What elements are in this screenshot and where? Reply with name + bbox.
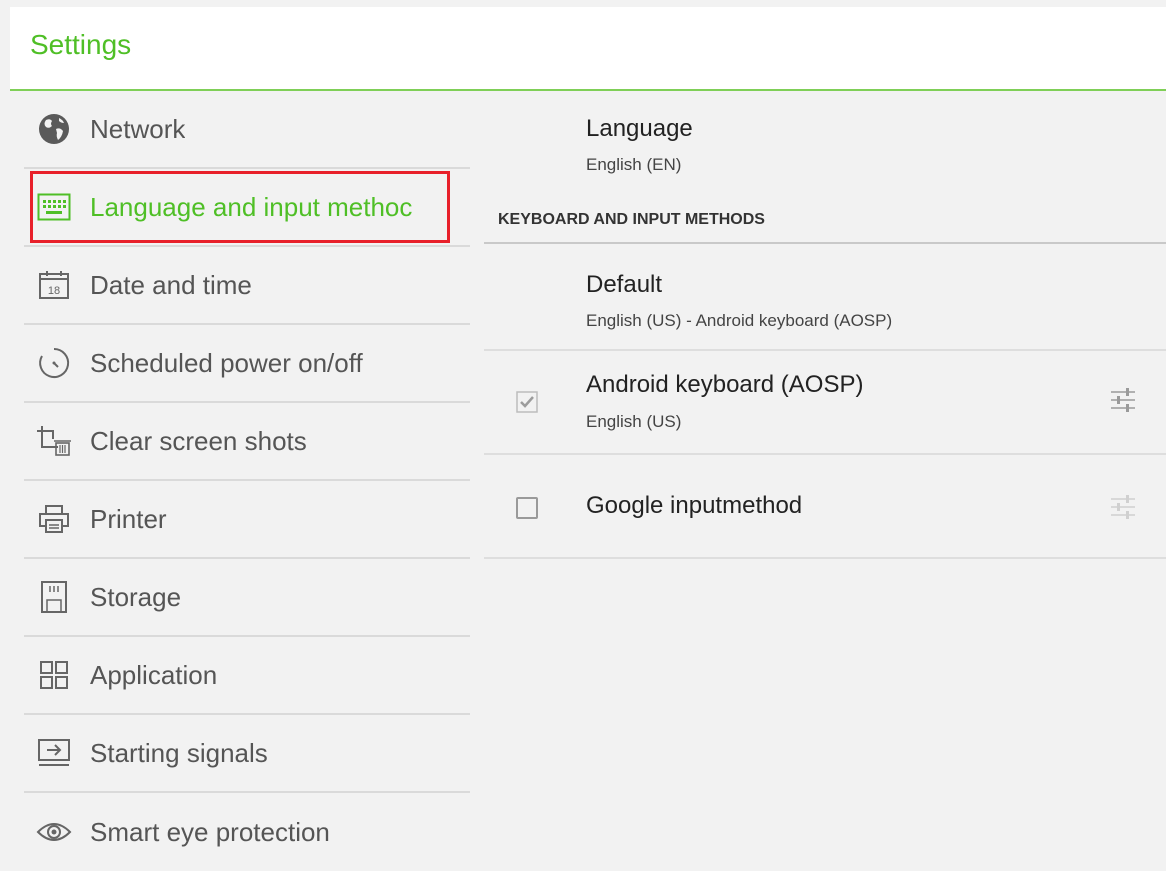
- language-value: English (EN): [586, 155, 682, 174]
- sidebar-item-label: Smart eye protection: [90, 816, 330, 847]
- section-header-keyboard: KEYBOARD AND INPUT METHODS: [498, 211, 765, 228]
- sidebar-item-label: Storage: [90, 581, 182, 612]
- default-title: Default: [586, 271, 663, 298]
- grid-icon: [32, 653, 76, 697]
- google-inputmethod-checkbox[interactable]: [516, 497, 538, 519]
- default-keyboard-row[interactable]: Default English (US) - Android keyboard …: [484, 244, 1166, 349]
- language-title: Language: [586, 115, 693, 142]
- input-signal-icon: [32, 731, 76, 775]
- eye-icon: [32, 810, 76, 854]
- input-method-row-google[interactable]: Google inputmethod: [484, 455, 1166, 557]
- android-keyboard-subtitle: English (US): [586, 412, 682, 431]
- timer-icon: [32, 341, 76, 385]
- sidebar-item-label: Starting signals: [90, 737, 268, 768]
- default-value: English (US) - Android keyboard (AOSP): [586, 311, 893, 330]
- sidebar-item-clear-screenshots[interactable]: Clear screen shots: [24, 403, 470, 481]
- row-divider: [484, 557, 1166, 559]
- svg-text:18: 18: [48, 285, 60, 297]
- sidebar-item-label: Date and time: [90, 269, 252, 300]
- android-keyboard-title: Android keyboard (AOSP): [586, 371, 864, 398]
- sidebar-item-date-time[interactable]: 18 Date and time: [24, 247, 470, 325]
- sidebar-item-smart-eye-protection[interactable]: Smart eye protection: [24, 793, 470, 871]
- sd-card-icon: [32, 575, 76, 619]
- settings-sidebar: Network Language and input methoc 18 Dat…: [24, 91, 470, 850]
- sliders-icon[interactable]: [1109, 386, 1137, 419]
- sidebar-item-language-input[interactable]: Language and input methoc: [24, 169, 470, 247]
- sidebar-item-label: Clear screen shots: [90, 425, 307, 456]
- crop-trash-icon: [32, 419, 76, 463]
- sidebar-item-label: Network: [90, 113, 186, 144]
- google-inputmethod-title: Google inputmethod: [586, 492, 803, 519]
- printer-icon: [32, 497, 76, 541]
- sidebar-item-starting-signals[interactable]: Starting signals: [24, 715, 470, 793]
- sidebar-item-storage[interactable]: Storage: [24, 559, 470, 637]
- sidebar-item-printer[interactable]: Printer: [24, 481, 470, 559]
- sliders-icon[interactable]: [1109, 493, 1137, 526]
- sidebar-item-label: Scheduled power on/off: [90, 347, 363, 378]
- sidebar-item-application[interactable]: Application: [24, 637, 470, 715]
- android-keyboard-checkbox[interactable]: [516, 391, 538, 413]
- sidebar-item-label: Application: [90, 659, 218, 690]
- input-method-row-android-keyboard[interactable]: Android keyboard (AOSP) English (US): [484, 351, 1166, 453]
- sidebar-item-label: Printer: [90, 503, 167, 534]
- sidebar-item-scheduled-power[interactable]: Scheduled power on/off: [24, 325, 470, 403]
- globe-icon: [32, 107, 76, 151]
- sidebar-item-network[interactable]: Network: [24, 91, 470, 169]
- app-header: Settings: [10, 7, 1166, 91]
- page-title: Settings: [30, 29, 132, 60]
- language-settings-panel: Language English (EN) KEYBOARD AND INPUT…: [484, 91, 1166, 850]
- selection-highlight: [30, 171, 450, 243]
- calendar-icon: 18: [32, 263, 76, 307]
- language-setting-row[interactable]: Language English (EN): [484, 91, 1166, 195]
